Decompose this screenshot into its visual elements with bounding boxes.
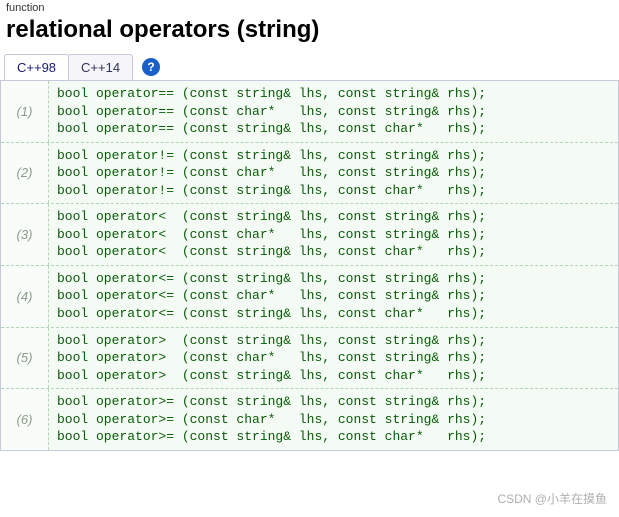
declaration-code: bool operator<= (const string& lhs, cons… — [49, 266, 618, 327]
declaration-number: (5) — [1, 328, 49, 389]
declaration-number: (3) — [1, 204, 49, 265]
declaration-row: (3) bool operator< (const string& lhs, c… — [1, 204, 618, 266]
category-label: function — [0, 0, 619, 14]
tab-cpp14[interactable]: C++14 — [68, 54, 133, 80]
declaration-code: bool operator>= (const string& lhs, cons… — [49, 389, 618, 450]
declaration-row: (2) bool operator!= (const string& lhs, … — [1, 143, 618, 205]
declaration-row: (5) bool operator> (const string& lhs, c… — [1, 328, 618, 390]
declaration-number: (6) — [1, 389, 49, 450]
declaration-row: (6) bool operator>= (const string& lhs, … — [1, 389, 618, 450]
declaration-code: bool operator< (const string& lhs, const… — [49, 204, 618, 265]
declaration-code: bool operator!= (const string& lhs, cons… — [49, 143, 618, 204]
help-icon[interactable]: ? — [142, 58, 160, 76]
page-title: relational operators (string) — [0, 14, 619, 54]
watermark: CSDN @小羊在摸鱼 — [497, 490, 607, 507]
tab-cpp98[interactable]: C++98 — [4, 54, 69, 80]
declaration-list: (1) bool operator== (const string& lhs, … — [0, 81, 619, 451]
declaration-number: (1) — [1, 81, 49, 142]
declaration-number: (4) — [1, 266, 49, 327]
declaration-code: bool operator> (const string& lhs, const… — [49, 328, 618, 389]
declaration-row: (4) bool operator<= (const string& lhs, … — [1, 266, 618, 328]
declaration-code: bool operator== (const string& lhs, cons… — [49, 81, 618, 142]
tab-bar: C++98 C++14 ? — [0, 54, 619, 81]
declaration-row: (1) bool operator== (const string& lhs, … — [1, 81, 618, 143]
declaration-number: (2) — [1, 143, 49, 204]
